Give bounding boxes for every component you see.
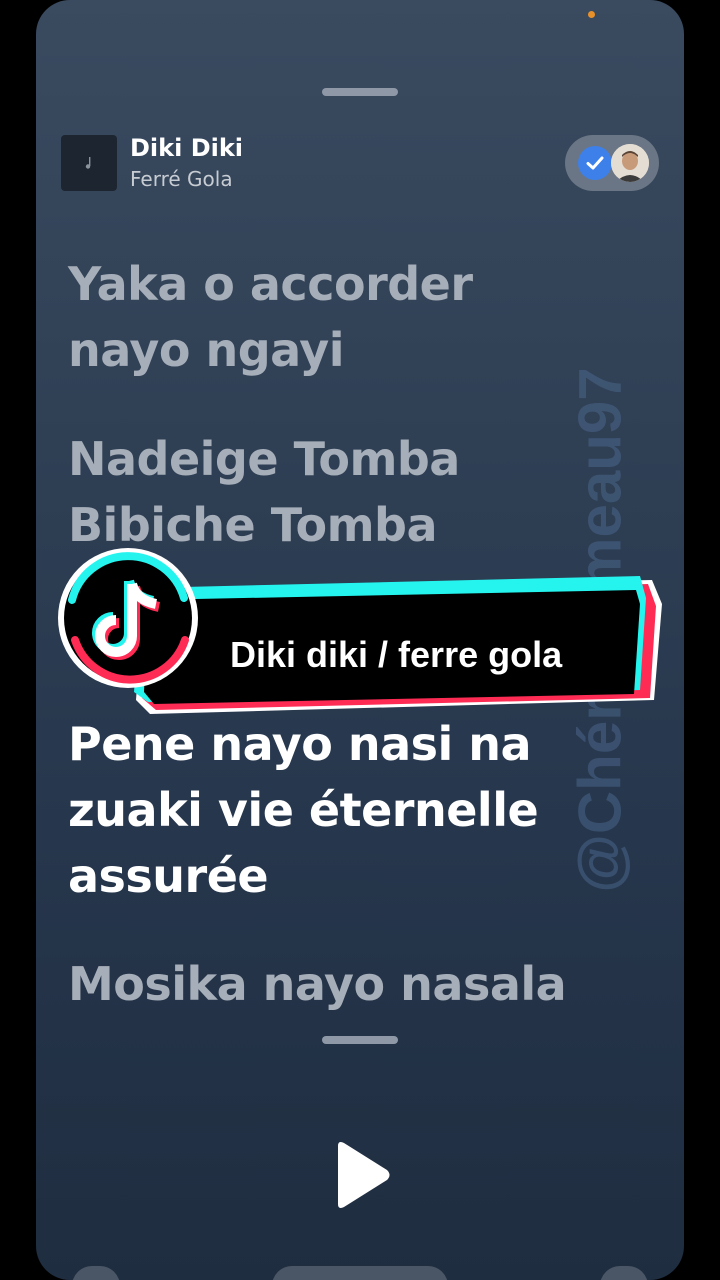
music-note-icon bbox=[85, 157, 91, 169]
album-artwork[interactable] bbox=[61, 135, 117, 191]
play-button[interactable] bbox=[332, 1140, 392, 1210]
share-button[interactable] bbox=[565, 135, 659, 191]
share-lyrics-button[interactable] bbox=[600, 1266, 648, 1280]
song-title: Diki Diki bbox=[130, 134, 244, 162]
avatar bbox=[611, 144, 649, 182]
song-artist[interactable]: Ferré Gola bbox=[130, 167, 233, 191]
lyric-line-active[interactable]: Pene nayo nasi na zuaki vie éternelle as… bbox=[68, 711, 539, 909]
previous-button[interactable] bbox=[72, 1266, 120, 1280]
camera-indicator bbox=[588, 11, 595, 18]
device-button[interactable] bbox=[272, 1266, 448, 1280]
check-icon bbox=[578, 146, 612, 180]
lyrics-scroll-handle[interactable] bbox=[322, 1036, 398, 1044]
lyric-line[interactable]: Nadeige Tomba Bibiche Tomba bbox=[68, 426, 460, 558]
play-icon bbox=[338, 1142, 390, 1208]
sticker-text: Diki diki / ferre gola bbox=[230, 634, 563, 675]
lyric-line[interactable]: Mosika nayo nasala bbox=[68, 951, 567, 1017]
sheet-drag-handle[interactable] bbox=[322, 88, 398, 96]
lyric-line[interactable]: Yaka o accorder nayo ngayi bbox=[68, 251, 473, 383]
